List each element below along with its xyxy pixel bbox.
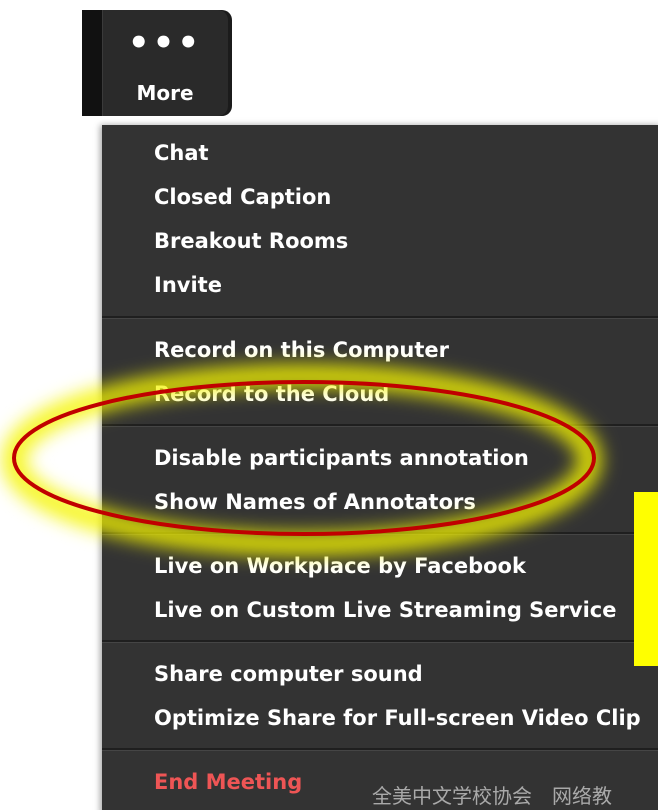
menu-item-invite[interactable]: Invite <box>154 266 222 304</box>
menu-item-disable-annotation[interactable]: Disable participants annotation <box>154 439 529 477</box>
menu-separator <box>102 640 658 643</box>
yellow-side-marker <box>634 492 658 666</box>
more-dropdown-menu: Chat Closed Caption Breakout Rooms Invit… <box>102 125 658 810</box>
menu-item-end-meeting[interactable]: End Meeting <box>154 763 302 801</box>
menu-separator <box>102 316 658 319</box>
menu-item-live-custom[interactable]: Live on Custom Live Streaming Service <box>154 591 616 629</box>
toolbar-strip: ••• More <box>82 10 232 116</box>
menu-item-live-workplace[interactable]: Live on Workplace by Facebook <box>154 547 526 585</box>
watermark-text: 全美中文学校协会 网络教 <box>372 784 612 808</box>
zoom-more-menu-screenshot: ••• More Chat Closed Caption Breakout Ro… <box>0 0 658 810</box>
menu-item-closed-caption[interactable]: Closed Caption <box>154 178 331 216</box>
menu-item-optimize-share[interactable]: Optimize Share for Full-screen Video Cli… <box>154 699 641 737</box>
more-label: More <box>136 81 194 105</box>
toolbar-edge <box>82 10 102 116</box>
menu-item-breakout-rooms[interactable]: Breakout Rooms <box>154 222 348 260</box>
more-button[interactable]: ••• More <box>102 10 228 116</box>
menu-item-show-annotators[interactable]: Show Names of Annotators <box>154 483 476 521</box>
menu-item-share-sound[interactable]: Share computer sound <box>154 655 423 693</box>
menu-item-chat[interactable]: Chat <box>154 134 209 172</box>
menu-separator <box>102 748 658 751</box>
menu-item-record-cloud[interactable]: Record to the Cloud <box>154 375 389 413</box>
more-dots-icon: ••• <box>127 23 203 63</box>
menu-separator <box>102 424 658 427</box>
menu-separator <box>102 532 658 535</box>
menu-item-record-computer[interactable]: Record on this Computer <box>154 331 449 369</box>
